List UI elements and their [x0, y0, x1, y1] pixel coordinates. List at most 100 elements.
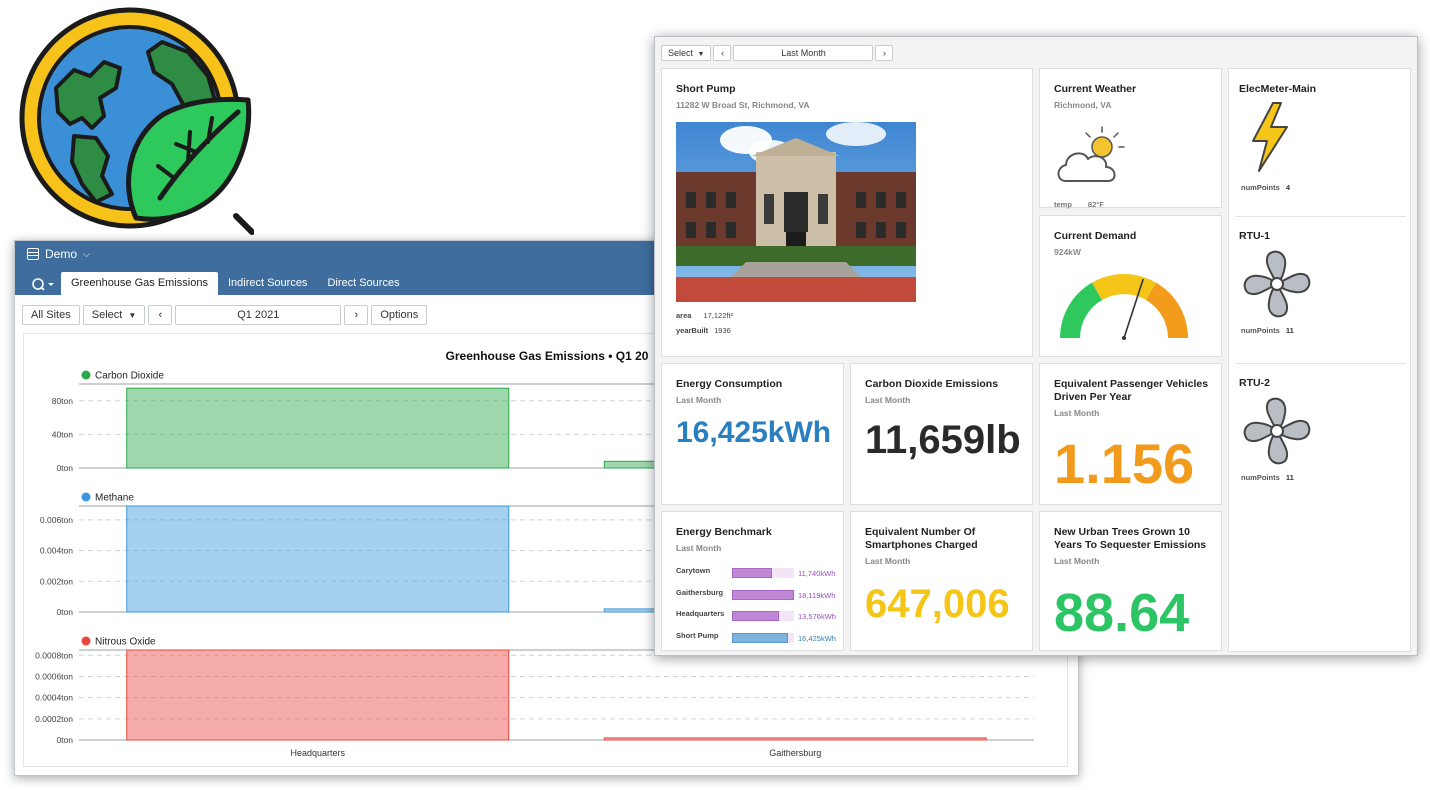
bar [603, 737, 987, 741]
bar [126, 505, 510, 613]
tab-bar: Greenhouse Gas Emissions Indirect Source… [25, 272, 410, 295]
options-button[interactable]: Options [371, 305, 428, 325]
gauge-segment-yellow [1092, 274, 1156, 300]
site-address: 11282 W Broad St, Richmond, VA [676, 100, 810, 110]
benchmark-value: 13,576kWh [798, 612, 836, 621]
y-tick-label: 0.0006ton [35, 671, 73, 681]
tab-direct-sources[interactable]: Direct Sources [317, 272, 409, 295]
y-tick-label: 0ton [56, 463, 73, 473]
chevron-left-icon: ‹ [720, 48, 724, 58]
dashboard-toolbar: Select ▼ ‹ Last Month › [661, 45, 894, 61]
fan-icon [1243, 397, 1311, 465]
site-area-key: area [676, 311, 692, 320]
equipment-prop: numPoints 4 [1241, 183, 1290, 192]
equipment-prop: numPoints 11 [1241, 473, 1294, 482]
benchmark-site-name: Carytown [676, 566, 711, 575]
vehicles-card[interactable]: Equivalent Passenger Vehicles Driven Per… [1039, 363, 1222, 505]
energy-value: 16,425kWh [676, 416, 832, 449]
weather-location: Richmond, VA [1054, 100, 1112, 110]
previous-period-button[interactable]: ‹ [148, 305, 173, 325]
database-icon [27, 248, 39, 260]
equipment-prop: numPoints 11 [1241, 326, 1294, 335]
equipment-prop-value: 4 [1285, 183, 1291, 192]
app-menu-button[interactable] [25, 272, 61, 295]
equipment-elecmeter-main[interactable]: ElecMeter-Main numPoints 4 [1239, 83, 1402, 213]
benchmark-bar-track [732, 632, 794, 643]
tab-greenhouse-gas-emissions[interactable]: Greenhouse Gas Emissions [61, 272, 218, 295]
benchmark-value: 16,425kWh [798, 633, 836, 643]
phones-sub: Last Month [865, 556, 911, 566]
benchmark-bar-track [732, 589, 794, 600]
site-photo [676, 122, 916, 302]
y-tick-label: 0ton [56, 607, 73, 617]
benchmark-bar [732, 611, 779, 621]
co2-emissions-card[interactable]: Carbon Dioxide Emissions Last Month 11,6… [850, 363, 1033, 505]
vehicles-value: 1.156 [1054, 432, 1195, 495]
weather-title: Current Weather [1054, 83, 1137, 95]
site-year-built-value: 1936 [714, 326, 731, 335]
energy-consumption-card[interactable]: Energy Consumption Last Month 16,425kWh [661, 363, 844, 505]
equipment-rtu-1[interactable]: RTU-1 numPoints 11 [1239, 230, 1402, 360]
select-dropdown[interactable]: Select ▼ [82, 305, 146, 325]
benchmark-bar [732, 568, 773, 578]
phones-title: Equivalent Number Of Smartphones Charged [865, 526, 978, 551]
equipment-title: RTU-2 [1239, 377, 1270, 389]
y-tick-label: 80ton [52, 396, 74, 406]
legend-label: Carbon Dioxide [95, 371, 164, 382]
chart-title: Greenhouse Gas Emissions • Q1 20 [446, 349, 649, 363]
period-display[interactable]: Last Month [733, 45, 874, 61]
equipment-rtu-2[interactable]: RTU-2 numPoints 11 [1239, 377, 1402, 507]
x-tick-label: Gaithersburg [769, 748, 821, 758]
app-switcher[interactable]: Demo ⌵ [27, 247, 90, 261]
vehicles-sub: Last Month [1054, 408, 1100, 418]
equipment-prop-key: numPoints [1241, 326, 1280, 335]
weather-temp-key: temp [1054, 200, 1072, 209]
lightning-icon [1252, 102, 1288, 172]
energy-sub: Last Month [676, 395, 722, 405]
caret-down-icon: ▼ [697, 51, 705, 58]
site-year-built-key: yearBuilt [676, 326, 709, 335]
urban-trees-card[interactable]: New Urban Trees Grown 10 Years To Seques… [1039, 511, 1222, 651]
bar [126, 387, 510, 469]
select-dropdown[interactable]: Select ▼ [661, 45, 712, 61]
benchmark-bar [732, 589, 794, 600]
site-card[interactable]: Short Pump 11282 W Broad St, Richmond, V… [661, 68, 1033, 357]
period-display[interactable]: Q1 2021 [175, 305, 342, 325]
demand-gauge [1060, 274, 1188, 340]
bar [126, 649, 510, 741]
divider [1235, 363, 1406, 364]
site-year-built: yearBuilt 1936 [676, 326, 731, 335]
tab-indirect-sources[interactable]: Indirect Sources [218, 272, 317, 295]
co2-value: 11,659lb [865, 418, 1021, 462]
all-sites-button[interactable]: All Sites [22, 305, 80, 325]
co2-title: Carbon Dioxide Emissions [865, 378, 999, 390]
legend-dot [81, 370, 91, 380]
demand-card[interactable]: Current Demand 924kW [1039, 215, 1222, 357]
trees-value: 88.64 [1054, 583, 1190, 643]
legend-label: Nitrous Oxide [95, 637, 156, 648]
app-name: Demo [45, 247, 78, 261]
next-period-button[interactable]: › [875, 45, 894, 61]
energy-benchmark-card[interactable]: Energy Benchmark Last Month Carytown 11,7… [661, 511, 844, 651]
benchmark-title: Energy Benchmark [676, 526, 772, 538]
gauge-segment-orange [1146, 282, 1188, 338]
trees-sub: Last Month [1054, 556, 1100, 566]
smartphones-card[interactable]: Equivalent Number Of Smartphones Charged… [850, 511, 1033, 651]
weather-temp-value: 82°F [1087, 200, 1104, 209]
equipment-title: ElecMeter-Main [1239, 83, 1317, 95]
site-dashboard-window: Select ▼ ‹ Last Month › Short Pump 11282… [654, 36, 1418, 656]
weather-card[interactable]: Current Weather Richmond, VA temp 82°F [1039, 68, 1222, 209]
demand-title: Current Demand [1054, 230, 1137, 242]
y-tick-label: 0.006ton [40, 515, 73, 525]
previous-period-button[interactable]: ‹ [713, 45, 732, 61]
benchmark-value: 18,119kWh [798, 590, 836, 600]
equipment-prop-value: 11 [1285, 473, 1294, 482]
partly-cloudy-icon [1057, 126, 1125, 182]
y-tick-label: 0.004ton [40, 546, 73, 556]
chevron-down-icon: ⌵ [83, 248, 90, 259]
caret-down-icon: ▼ [128, 311, 137, 320]
next-period-button[interactable]: › [344, 305, 369, 325]
co2-sub: Last Month [865, 395, 911, 405]
y-tick-label: 0.0004ton [35, 693, 73, 703]
demand-value: 924kW [1054, 247, 1081, 257]
